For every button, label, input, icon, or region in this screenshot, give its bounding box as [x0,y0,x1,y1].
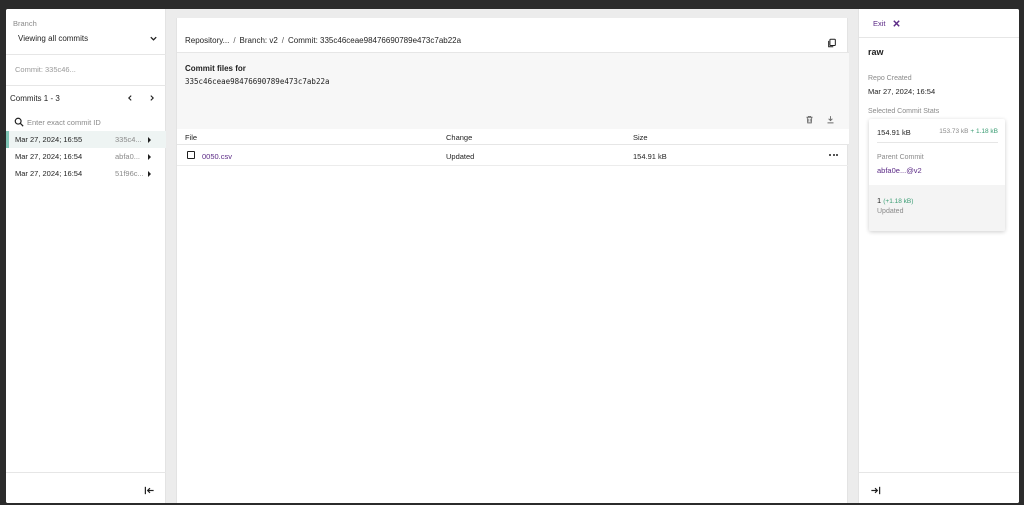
commit-date: Mar 27, 2024; 16:54 [15,152,83,161]
commit-files-main: Repository... / Branch: v2 / Commit: 335… [176,18,849,503]
chevron-right-icon [150,95,154,101]
branch-select[interactable]: Viewing all commits [13,31,158,45]
repo-created-value: Mar 27, 2024; 16:54 [868,87,936,96]
caret-right-icon [148,170,151,177]
commit-list: Mar 27, 2024; 16:55 335c4... Mar 27, 202… [6,131,166,182]
column-header-file[interactable]: File [185,133,197,142]
column-header-change[interactable]: Change [446,133,472,142]
prev-page-button[interactable] [124,92,136,104]
file-size: 154.91 kB [633,152,667,161]
breadcrumb-separator: / [233,36,236,45]
file-toolbar [805,111,835,129]
window-top-bar [0,0,1024,9]
previous-size: 153.73 kB [939,128,969,135]
more-options-icon[interactable] [829,154,838,156]
parent-commit-link[interactable]: abfa0e...@v2 [877,166,922,175]
change-type: Updated [877,208,904,215]
commit-files-hash: 335c46ceae98476690789e473c7ab22a [185,77,330,86]
commit-list-item[interactable]: Mar 27, 2024; 16:54 abfa0... [6,148,166,165]
download-icon [827,116,834,124]
expand-panel-button[interactable] [870,483,881,501]
breadcrumb: Repository... / Branch: v2 / Commit: 335… [185,36,461,45]
commit-files-header: Commit files for 335c46ceae98476690789e4… [177,53,849,129]
commit-hash: 335c4... [115,135,142,144]
chevron-down-icon [150,36,157,41]
divider [6,54,166,55]
trash-icon [806,115,813,124]
changed-files-count: 1 (+1.18 kB) [877,196,913,205]
commit-hash: abfa0... [115,152,141,161]
exit-button[interactable]: Exit [873,19,901,28]
divider [859,37,1019,38]
repo-name: raw [868,47,884,57]
next-page-button[interactable] [146,92,158,104]
collapse-sidebar-button[interactable] [144,483,155,501]
breadcrumb-commit: Commit: 335c46ceae98476690789e473c7ab22a [288,36,462,45]
collapse-left-icon [144,486,154,495]
commit-list-item[interactable]: Mar 27, 2024; 16:54 51f96c... [6,165,166,182]
divider [877,142,998,143]
repo-created-label: Repo Created [868,75,912,82]
divider [859,472,1019,473]
table-row[interactable]: 0050.csv Updated 154.91 kB [177,146,849,166]
commit-search-input[interactable] [27,117,157,127]
size-delta: + 1.18 kB [970,128,998,135]
file-change: Updated [446,152,475,161]
copy-icon [828,38,836,48]
commit-list-item[interactable]: Mar 27, 2024; 16:55 335c4... [6,131,166,148]
repo-info-panel: Exit raw Repo Created Mar 27, 2024; 16:5… [858,9,1019,503]
parent-commit-label: Parent Commit [877,154,924,161]
breadcrumb-repository[interactable]: Repository... [185,36,229,45]
commit-size: 154.91 kB [877,128,911,137]
download-button[interactable] [826,111,835,129]
commit-date: Mar 27, 2024; 16:54 [15,169,83,178]
caret-right-icon [148,153,151,160]
delete-button[interactable] [805,111,814,129]
search-icon [14,117,24,127]
divider [6,472,166,473]
commit-stats-card: 154.91 kB 153.73 kB + 1.18 kB Parent Com… [869,119,1005,231]
collapse-right-icon [871,486,881,495]
exit-label: Exit [873,19,886,28]
changes-summary: 1 (+1.18 kB) Updated [869,185,1005,231]
breadcrumb-separator: / [281,36,285,45]
commits-range-title: Commits 1 - 3 [10,94,60,103]
file-table-header: File Change Size [177,129,849,145]
size-change: 153.73 kB + 1.18 kB [939,128,998,135]
column-header-size[interactable]: Size [633,133,648,142]
file-name-link[interactable]: 0050.csv [202,152,232,161]
close-icon [892,20,900,27]
commit-date: Mar 27, 2024; 16:55 [15,135,83,144]
commits-sidebar: Branch Viewing all commits Commit: 335c4… [6,9,166,503]
branch-label: Branch [13,19,37,28]
app-frame: Branch Viewing all commits Commit: 335c4… [6,9,1019,503]
row-checkbox[interactable] [187,151,195,159]
changed-count: 1 [877,196,882,205]
commit-hash: 51f96c... [115,169,144,178]
breadcrumb-branch[interactable]: Branch: v2 [240,36,278,45]
commit-pagination [124,92,158,104]
current-commit-crumb: Commit: 335c46... [15,65,76,74]
chevron-left-icon [128,95,132,101]
caret-right-icon [148,136,151,143]
changed-delta: (+1.18 kB) [883,198,914,205]
commit-stats-label: Selected Commit Stats [868,108,940,115]
commit-files-title: Commit files for [185,64,246,73]
commit-search [14,115,160,129]
divider [6,85,166,86]
branch-select-value: Viewing all commits [18,33,89,43]
copy-commit-button[interactable] [827,35,837,53]
